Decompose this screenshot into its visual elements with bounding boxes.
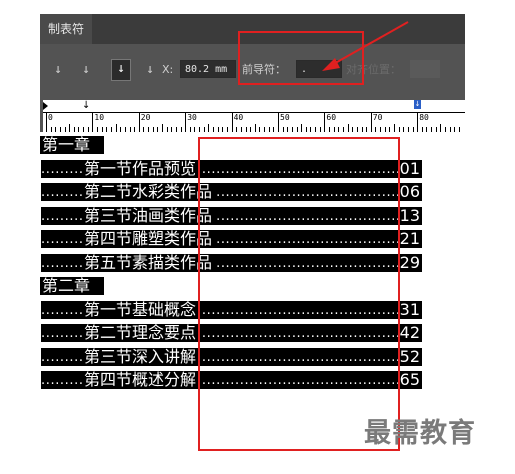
- watermark: 最需教育: [364, 418, 476, 449]
- red-arrow-icon: [322, 21, 409, 71]
